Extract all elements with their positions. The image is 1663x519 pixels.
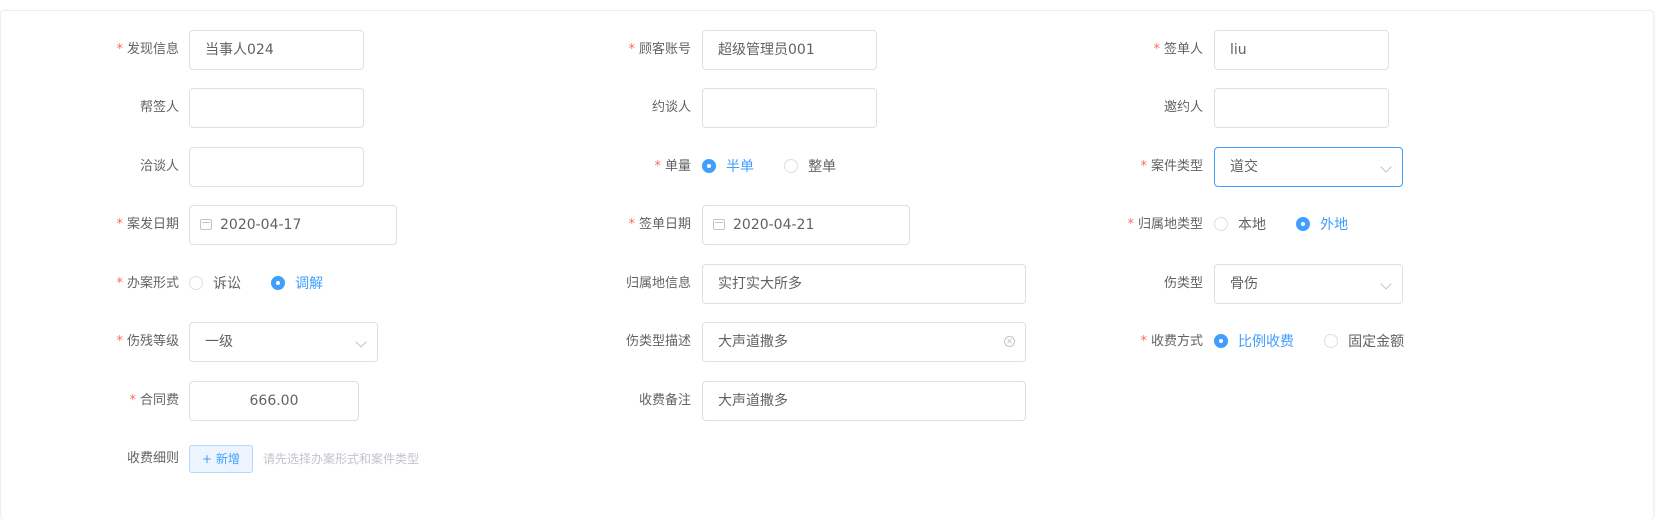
disability-level-label: * 伤残等级: [116, 334, 179, 349]
injury-type-label: 伤类型: [1163, 276, 1203, 291]
handling-form-label: * 办案形式: [116, 276, 179, 291]
injury-desc-input[interactable]: 大声道撒多 ✕: [702, 322, 1026, 362]
form-row-4: * 案发日期 2020-04-17 * 签单日期 2020-04-21 * 归属地类型…: [1, 205, 1655, 245]
chevron-down-icon: [1380, 161, 1392, 173]
negotiator-label: 洽谈人: [139, 159, 179, 174]
interviewer-label: 约谈人: [651, 100, 691, 115]
form-row-8: 收费细则 + 新增 请先选择办案形式和案件类型: [1, 439, 1655, 479]
handling-form-radio-group: 诉讼 调解: [189, 264, 349, 304]
clear-icon[interactable]: ✕: [1004, 336, 1015, 347]
order-qty-label: * 单量: [654, 159, 691, 174]
discovery-info-input[interactable]: 当事人024: [189, 30, 364, 70]
radio-unchecked-icon: [1214, 217, 1228, 231]
form-row-5: * 办案形式 诉讼 调解 归属地信息 实打实大所多 伤类型 骨伤: [1, 264, 1655, 304]
chevron-down-icon: [1380, 278, 1392, 290]
fee-method-label: * 收费方式: [1140, 334, 1203, 349]
case-date-picker[interactable]: 2020-04-17: [189, 205, 397, 245]
calendar-icon: [713, 219, 725, 230]
injury-type-select[interactable]: 骨伤: [1214, 264, 1403, 304]
signer-input[interactable]: liu: [1214, 30, 1389, 70]
form-card: * 发现信息 当事人024 * 顾客账号 超级管理员001 * 签单人 liu 帮签人…: [0, 10, 1654, 519]
locality-type-label: * 归属地类型: [1127, 217, 1203, 232]
injury-desc-label: 伤类型描述: [625, 334, 691, 349]
form-row-1: * 发现信息 当事人024 * 顾客账号 超级管理员001 * 签单人 liu: [1, 30, 1655, 70]
form-row-2: 帮签人 约谈人 邀约人: [1, 88, 1655, 128]
fee-method-radio-fixed[interactable]: 固定金额: [1324, 322, 1404, 362]
radio-unchecked-icon: [784, 159, 799, 173]
radio-unchecked-icon: [189, 276, 203, 290]
fee-note-label: 收费备注: [638, 393, 691, 408]
order-qty-radio-group: 半单 整单: [702, 147, 862, 187]
order-qty-radio-full[interactable]: 整单: [784, 147, 836, 187]
form-row-3: 洽谈人 * 单量 半单 整单 * 案件类型 道交: [1, 147, 1655, 187]
radio-checked-icon: [1214, 334, 1228, 348]
handling-form-radio-litigation[interactable]: 诉讼: [189, 264, 241, 304]
fee-detail-label: 收费细则: [126, 451, 179, 466]
handling-form-radio-mediation[interactable]: 调解: [271, 264, 323, 304]
order-qty-radio-half[interactable]: 半单: [702, 147, 754, 187]
fee-method-radio-ratio[interactable]: 比例收费: [1214, 322, 1294, 362]
sign-date-label: * 签单日期: [628, 217, 691, 232]
assist-signer-label: 帮签人: [139, 100, 179, 115]
radio-checked-icon: [1296, 217, 1311, 231]
locality-type-radio-local[interactable]: 本地: [1214, 205, 1266, 245]
fee-note-input[interactable]: 大声道撒多: [702, 381, 1026, 421]
radio-checked-icon: [271, 276, 286, 290]
calendar-icon: [200, 219, 212, 230]
fee-method-radio-group: 比例收费 固定金额: [1214, 322, 1430, 362]
inviter-input[interactable]: [1214, 88, 1389, 128]
case-type-label: * 案件类型: [1140, 159, 1203, 174]
sign-date-picker[interactable]: 2020-04-21: [702, 205, 910, 245]
radio-checked-icon: [702, 159, 716, 173]
radio-unchecked-icon: [1324, 334, 1339, 348]
inviter-label: 邀约人: [1163, 100, 1203, 115]
negotiator-input[interactable]: [189, 147, 364, 187]
interviewer-input[interactable]: [702, 88, 877, 128]
signer-label: * 签单人: [1153, 42, 1203, 57]
chevron-down-icon: [355, 336, 367, 348]
locality-type-radio-group: 本地 外地: [1214, 205, 1374, 245]
customer-account-input[interactable]: 超级管理员001: [702, 30, 877, 70]
disability-level-select[interactable]: 一级: [189, 322, 378, 362]
case-date-label: * 案发日期: [116, 217, 179, 232]
contract-fee-input[interactable]: 666.00: [189, 381, 359, 421]
discovery-info-label: * 发现信息: [116, 42, 179, 57]
contract-fee-label: * 合同费: [129, 393, 179, 408]
form-row-7: * 合同费 666.00 收费备注 大声道撒多: [1, 381, 1655, 421]
fee-detail-hint: 请先选择办案形式和案件类型: [263, 452, 420, 466]
customer-account-label: * 顾客账号: [628, 42, 691, 57]
locality-type-radio-nonlocal[interactable]: 外地: [1296, 205, 1348, 245]
add-fee-detail-button[interactable]: + 新增: [189, 445, 253, 473]
assist-signer-input[interactable]: [189, 88, 364, 128]
locality-info-input[interactable]: 实打实大所多: [702, 264, 1026, 304]
form-row-6: * 伤残等级 一级 伤类型描述 大声道撒多 ✕ * 收费方式 比例收费 固定金额: [1, 322, 1655, 362]
locality-info-label: 归属地信息: [625, 276, 691, 291]
case-type-select[interactable]: 道交: [1214, 147, 1403, 187]
